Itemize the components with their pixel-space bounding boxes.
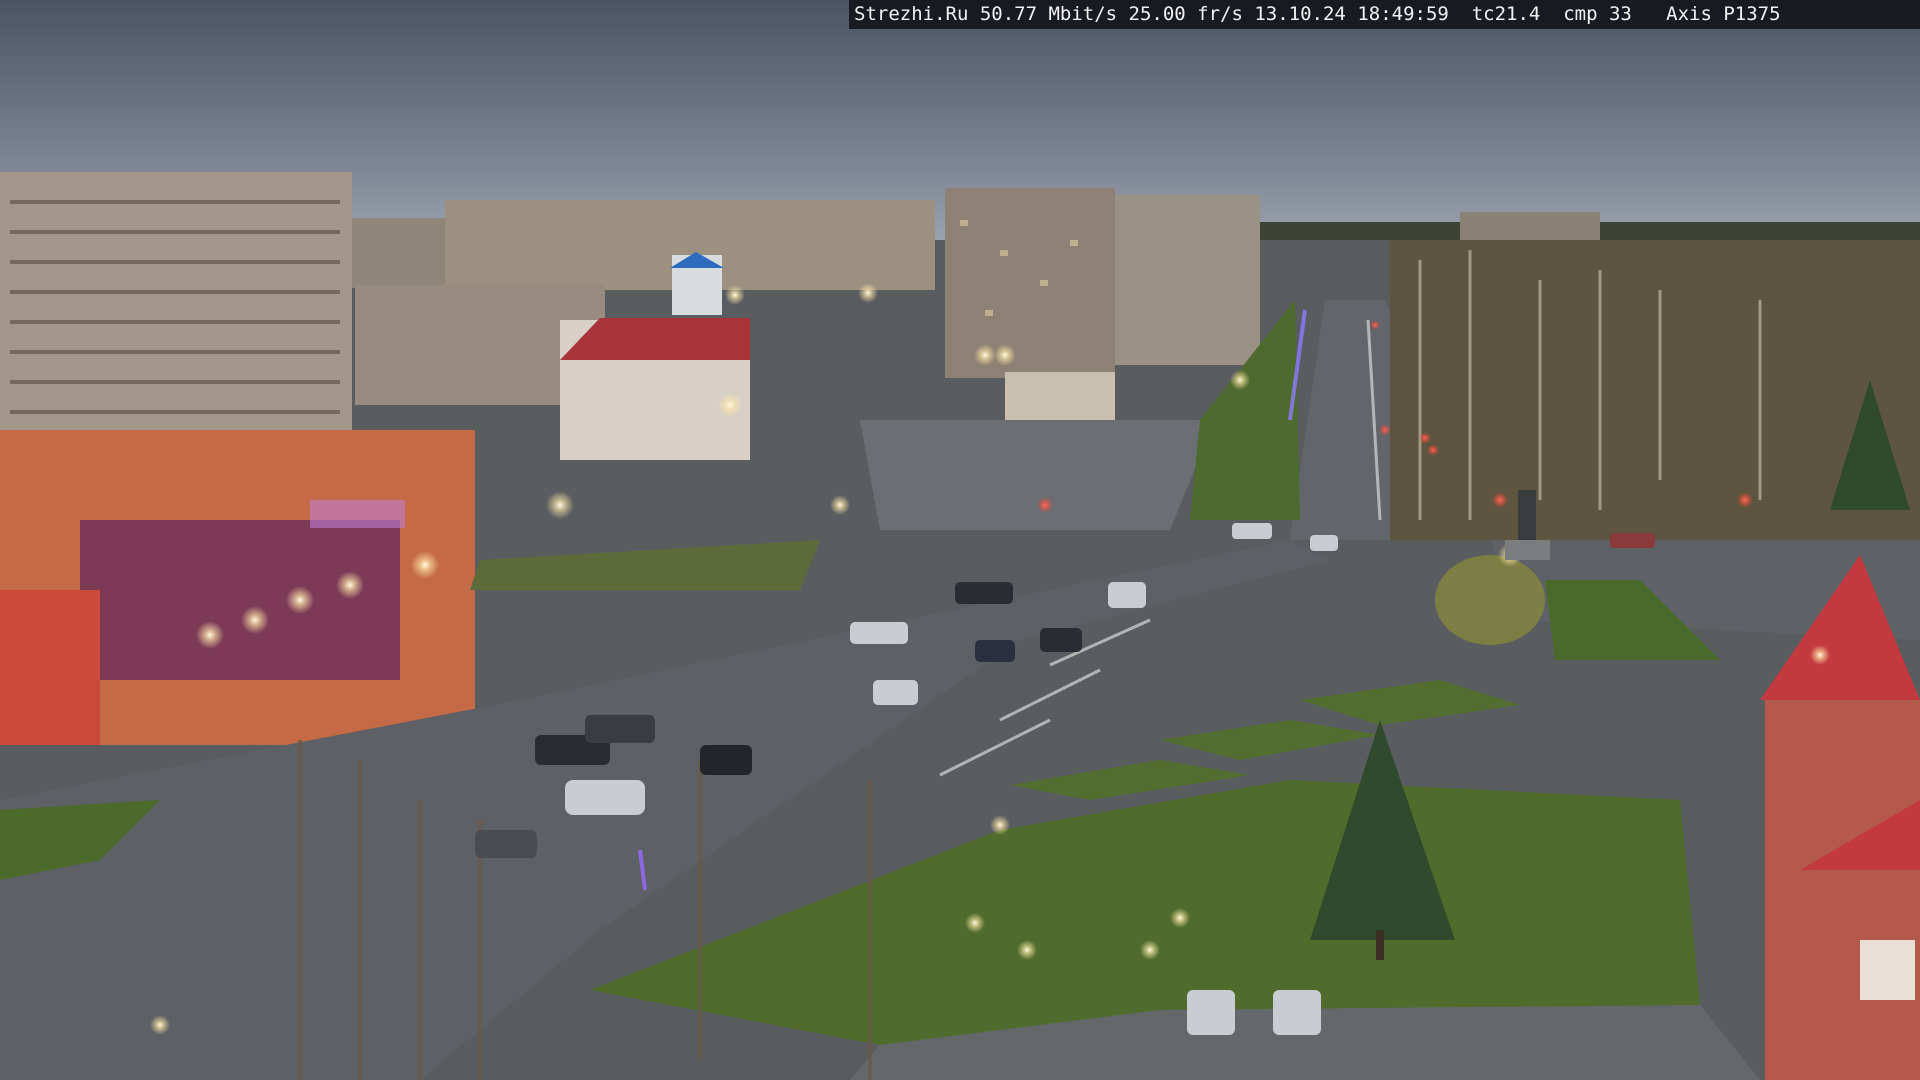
low-building	[1005, 372, 1115, 420]
shop-sign-glow	[310, 500, 405, 528]
plaza	[860, 420, 1215, 530]
shopping-center-red-front	[0, 590, 100, 745]
building-right	[1765, 700, 1920, 1080]
panel-building-center	[945, 188, 1115, 378]
tree-canopy	[1435, 555, 1545, 645]
camera-info-overlay: Strezhi.Ru 50.77 Mbit/s 25.00 fr/s 13.10…	[849, 0, 1920, 29]
panel-building-center-right	[1115, 195, 1260, 365]
webcam-scene	[0, 0, 1920, 1080]
monument	[1518, 490, 1536, 540]
shopping-center-facade	[80, 520, 400, 680]
